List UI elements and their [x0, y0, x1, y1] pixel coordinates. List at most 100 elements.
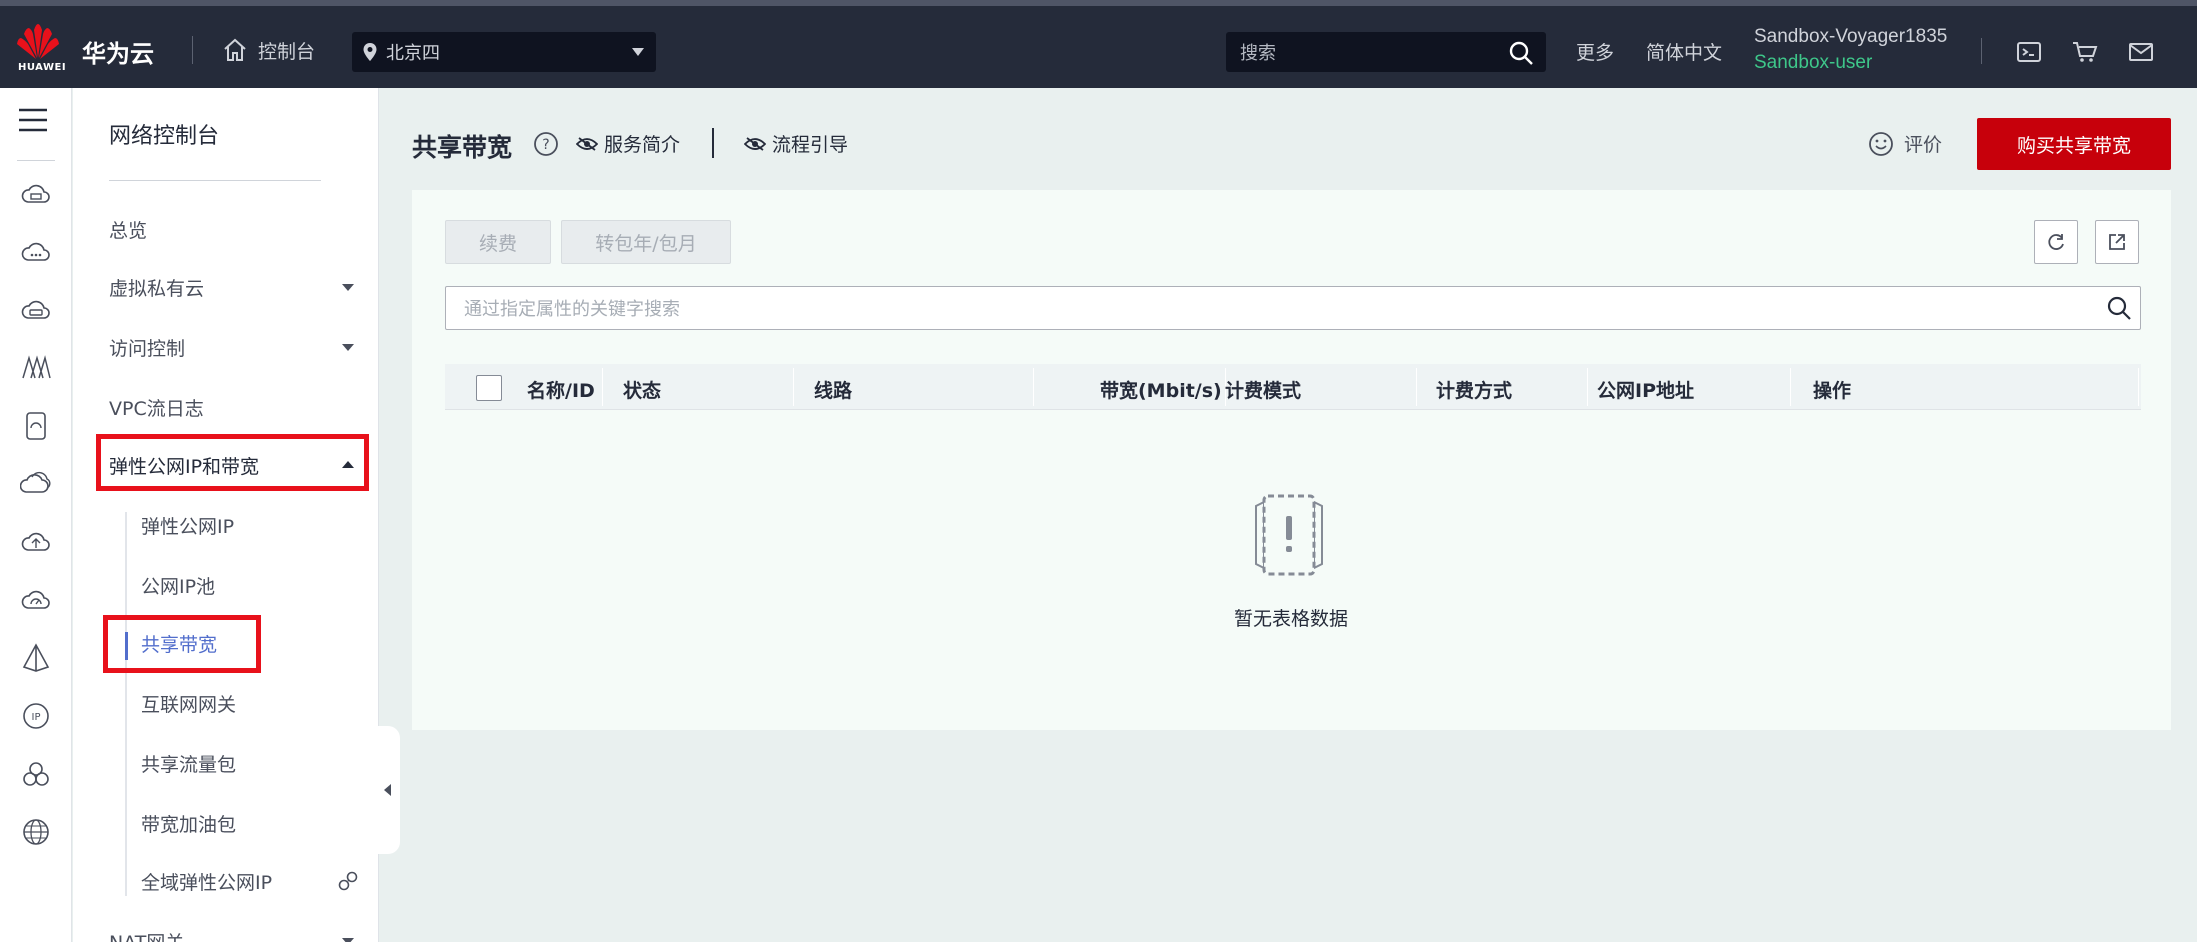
chevron-down-icon [632, 48, 644, 56]
sidebar-item-nat-gateway[interactable]: NAT网关 [109, 928, 184, 942]
storage-device-icon[interactable] [20, 410, 52, 442]
mail-icon[interactable] [2128, 40, 2154, 64]
search-placeholder: 搜索 [1240, 43, 1276, 64]
sidebar-item-vpc-flow-log[interactable]: VPC流日志 [109, 394, 204, 421]
pyramid-icon[interactable] [20, 642, 52, 674]
sidebar-subitem-internet-gateway[interactable]: 互联网网关 [141, 690, 236, 717]
sidebar-item-vpc[interactable]: 虚拟私有云 [109, 274, 204, 301]
renew-button[interactable]: 续费 [445, 220, 551, 264]
terminal-icon[interactable] [2016, 40, 2042, 64]
column-divider [793, 368, 794, 406]
cloud-storage-icon[interactable] [20, 294, 52, 326]
export-button[interactable] [2095, 220, 2139, 264]
refresh-icon [2048, 234, 2064, 250]
page-title: 共享带宽 [412, 133, 513, 162]
sidebar-item-overview[interactable]: 总览 [109, 216, 147, 243]
search-icon[interactable] [2106, 295, 2132, 321]
ip-icon[interactable]: IP [20, 700, 52, 732]
chevron-down-icon[interactable] [342, 284, 354, 291]
column-divider [1033, 368, 1034, 406]
globe-icon[interactable] [20, 816, 52, 848]
column-header-public-ip[interactable]: 公网IP地址 [1597, 376, 1694, 403]
convert-to-yearly-monthly-button[interactable]: 转包年/包月 [561, 220, 731, 264]
huawei-logo-icon[interactable] [14, 22, 62, 62]
sidebar-subitem-shared-data-package[interactable]: 共享流量包 [141, 750, 236, 777]
empty-table-message: 暂无表格数据 [1234, 608, 1349, 630]
flow-guide-link[interactable]: 流程引导 [744, 130, 848, 157]
divider [17, 160, 55, 161]
cloud-more-icon[interactable] [20, 236, 52, 268]
column-header-billing-method[interactable]: 计费方式 [1436, 376, 1512, 403]
service-intro-link[interactable]: 服务简介 [576, 130, 680, 157]
more-link[interactable]: 更多 [1576, 38, 1614, 65]
sidebar-subitem-global-eip[interactable]: 全域弹性公网IP [141, 868, 272, 895]
logo-text: HUAWEI [18, 62, 67, 73]
svg-text:IP: IP [32, 712, 41, 723]
console-label: 控制台 [258, 40, 316, 63]
sidebar-subitem-eip[interactable]: 弹性公网IP [141, 512, 234, 539]
region-value: 北京四 [386, 43, 440, 64]
region-selector[interactable]: 北京四 [352, 32, 656, 72]
language-selector[interactable]: 简体中文 [1646, 38, 1722, 65]
service-intro-label: 服务简介 [604, 134, 681, 156]
network-console-sidebar: 网络控制台 总览 虚拟私有云 访问控制 VPC流日志 弹性公网IP和带宽 弹性公… [73, 88, 379, 942]
location-pin-icon [363, 43, 377, 61]
sidebar-item-access-control[interactable]: 访问控制 [109, 334, 185, 361]
flow-guide-label: 流程引导 [772, 134, 849, 156]
network-icon[interactable] [20, 352, 52, 384]
rate-label: 评价 [1904, 134, 1943, 156]
cloud-upload-icon[interactable] [20, 526, 52, 558]
menu-icon[interactable] [17, 106, 49, 134]
chevron-left-icon [384, 784, 391, 796]
chevron-down-icon[interactable] [342, 938, 354, 942]
column-header-actions: 操作 [1813, 380, 1852, 402]
select-all-checkbox[interactable] [476, 375, 502, 401]
submenu-guide-line [125, 512, 127, 896]
console-link[interactable]: 控制台 [222, 34, 315, 66]
chevron-down-icon[interactable] [342, 344, 354, 351]
smiley-icon [1869, 131, 1893, 156]
cloud-layers-icon[interactable] [20, 468, 52, 500]
column-divider [2138, 368, 2139, 406]
top-navigation-bar: HUAWEI 华为云 控制台 北京四 搜索 更多 简体中文 Sandbox-Vo… [0, 0, 2197, 88]
brand-name[interactable]: 华为云 [82, 34, 154, 69]
keyword-search-input[interactable]: 通过指定属性的关键字搜索 [445, 286, 2141, 330]
sidebar-subitem-ip-pool[interactable]: 公网IP池 [141, 572, 215, 599]
cart-icon[interactable] [2072, 40, 2098, 64]
eye-off-icon [744, 136, 766, 151]
empty-data-icon [1255, 494, 1323, 576]
sidebar-title: 网络控制台 [109, 124, 220, 149]
column-divider [1587, 368, 1588, 406]
sidebar-subitem-bandwidth-addon[interactable]: 带宽加油包 [141, 810, 236, 837]
filter-placeholder: 通过指定属性的关键字搜索 [464, 299, 680, 320]
column-header-bandwidth[interactable]: 带宽(Mbit/s) [1100, 376, 1222, 403]
global-search-input[interactable]: 搜索 [1226, 32, 1546, 72]
eye-off-icon [576, 136, 598, 151]
link-icon[interactable] [337, 870, 359, 892]
column-header-status[interactable]: 状态 [623, 376, 661, 403]
export-icon [2109, 234, 2125, 250]
divider [712, 128, 714, 158]
column-divider [1790, 368, 1791, 406]
cloud-server-icon[interactable] [20, 180, 52, 212]
column-divider [1416, 368, 1417, 406]
search-icon[interactable] [1508, 40, 1534, 66]
clover-icon[interactable] [20, 758, 52, 790]
table-header: 名称/ID 状态 线路 带宽(Mbit/s) 计费模式 计费方式 公网IP地址 … [445, 364, 2141, 410]
cloud-monitor-icon[interactable] [20, 584, 52, 616]
service-icon-rail: IP [0, 88, 72, 942]
user-role: Sandbox-user [1754, 52, 1873, 73]
user-name[interactable]: Sandbox-Voyager1835 [1754, 26, 1947, 48]
divider [109, 180, 321, 181]
sidebar-collapse-toggle[interactable] [378, 726, 400, 854]
column-header-name-id[interactable]: 名称/ID [527, 376, 595, 403]
svg-text:?: ? [542, 137, 549, 153]
rate-link[interactable]: 评价 [1868, 130, 1942, 157]
refresh-button[interactable] [2034, 220, 2078, 264]
column-header-line[interactable]: 线路 [814, 376, 852, 403]
column-header-billing-mode[interactable]: 计费模式 [1225, 376, 1301, 403]
divider [192, 36, 193, 64]
highlight-annotation-eip-bandwidth [96, 434, 369, 491]
help-icon[interactable]: ? [533, 131, 559, 157]
buy-shared-bandwidth-button[interactable]: 购买共享带宽 [1977, 118, 2171, 170]
